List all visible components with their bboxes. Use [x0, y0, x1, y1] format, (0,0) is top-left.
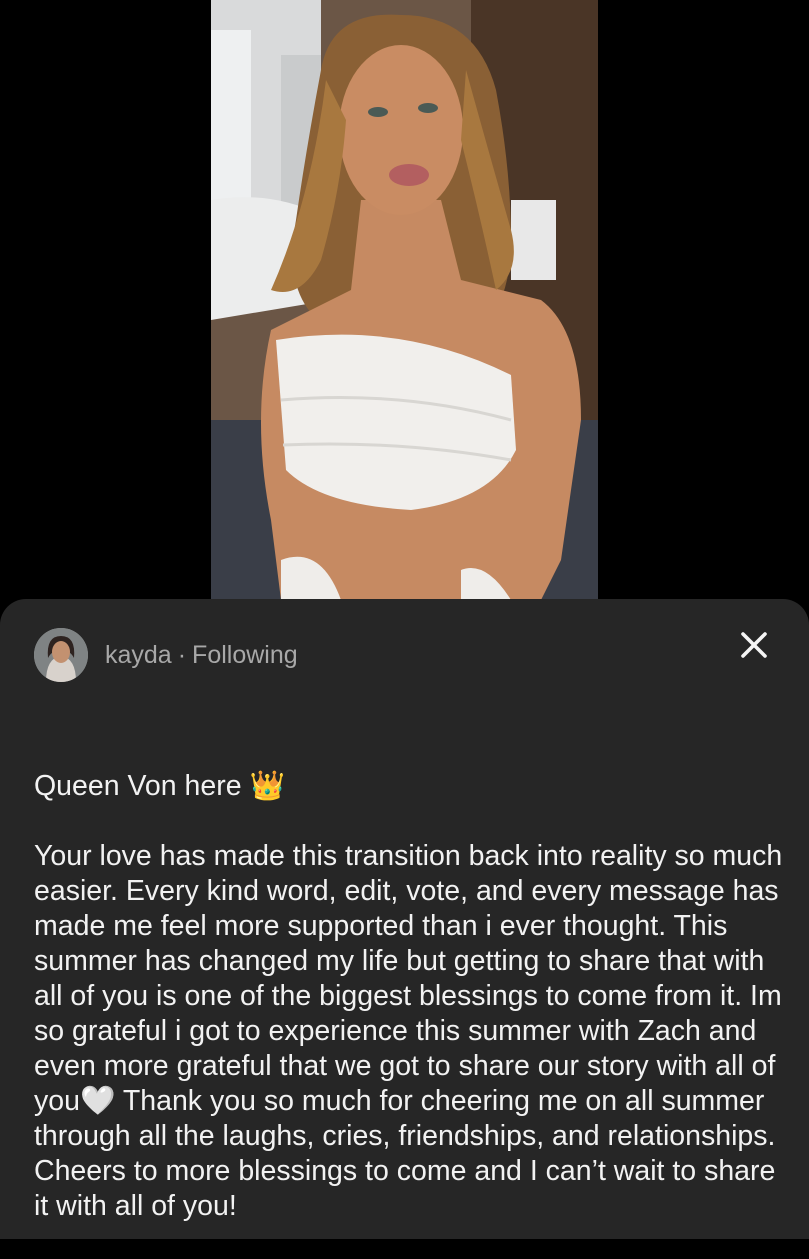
caption-title: Queen Von here 👑 [34, 770, 285, 802]
author-line: kayda · Following [105, 641, 298, 670]
post-caption: Queen Von here 👑 Your love has made this … [34, 699, 784, 1259]
avatar[interactable] [34, 628, 88, 682]
avatar-image [34, 628, 88, 682]
close-icon [741, 632, 767, 658]
close-button[interactable] [739, 630, 769, 660]
author-name[interactable]: kayda [105, 641, 172, 669]
video-player[interactable] [0, 0, 809, 600]
caption-sheet: kayda · Following Queen Von here 👑 Your lov… [0, 599, 809, 1239]
separator-dot: · [177, 640, 187, 669]
video-still-image [211, 0, 598, 600]
video-frame[interactable] [211, 0, 598, 600]
caption-body: Your love has made this transition back … [34, 840, 791, 1222]
post-header: kayda · Following [34, 625, 298, 685]
follow-status[interactable]: Following [192, 641, 298, 669]
